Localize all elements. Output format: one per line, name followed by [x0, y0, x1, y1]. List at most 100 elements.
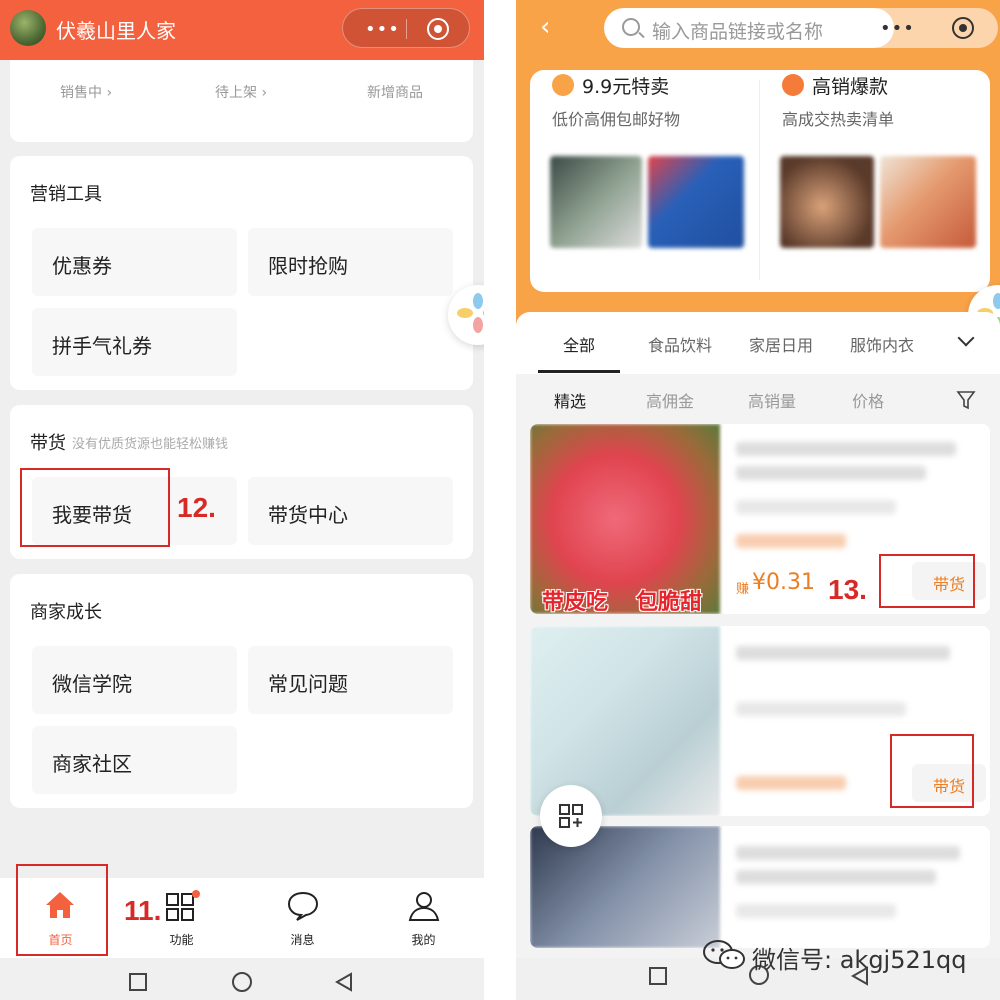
promo-hot[interactable]: 高销爆款 高成交热卖清单 — [760, 70, 990, 292]
flash-sale-button[interactable]: 限时抢购 — [248, 228, 453, 296]
category-tabs: 全部 食品饮料 家居日用 服饰内衣 — [516, 312, 1000, 374]
product-thumbnail — [880, 156, 976, 248]
chat-icon — [287, 891, 319, 921]
product-overlay-text: 带皮吃 — [542, 590, 609, 614]
merchant-growth-card: 商家成长 微信学院 常见问题 商家社区 — [10, 574, 473, 808]
search-icon — [622, 18, 640, 36]
stat-on-sale[interactable]: 销售中 › — [60, 82, 112, 102]
watermark-text: 微信号: akgj521qq — [752, 946, 967, 974]
daihuo-center-button[interactable]: 带货中心 — [248, 477, 453, 545]
earn-prefix: 赚 — [736, 582, 750, 597]
back-nav-icon[interactable] — [334, 972, 354, 992]
blurred-title — [736, 442, 956, 456]
miniprogram-capsule: ••• — [342, 8, 470, 48]
merchant-community-button[interactable]: 商家社区 — [32, 726, 237, 794]
close-miniprogram-icon[interactable] — [427, 18, 449, 40]
earn-amount: ¥0.31 — [752, 570, 815, 595]
blurred-title — [736, 870, 936, 884]
panel-gap — [484, 0, 516, 1000]
recent-apps-icon[interactable] — [648, 966, 668, 986]
floating-menu-button[interactable] — [540, 785, 602, 847]
coupon-button[interactable]: 优惠券 — [32, 228, 237, 296]
section-title: 商家成长 — [30, 602, 102, 623]
filter-high-commission[interactable]: 高佣金 — [646, 388, 694, 412]
filter-featured[interactable]: 精选 — [554, 388, 586, 412]
tab-me[interactable]: 我的 — [363, 878, 484, 958]
blurred-title — [736, 646, 950, 660]
active-tab-underline — [538, 370, 620, 373]
tool-label: 带货中心 — [268, 503, 348, 527]
back-icon[interactable]: ‹ — [540, 12, 550, 42]
highlight-box — [16, 864, 108, 956]
petal — [993, 293, 1000, 309]
left-screen: 伏羲山里人家 ••• 销售中 › 待上架 › 新增商品 营销工具 优惠券 限时抢… — [0, 0, 484, 1000]
blurred-price — [736, 776, 846, 790]
more-icon[interactable]: ••• — [880, 18, 915, 39]
tab-label: 消息 — [290, 933, 315, 947]
stat-pending[interactable]: 待上架 › — [215, 82, 267, 102]
stat-add-product[interactable]: 新增商品 — [367, 82, 423, 102]
promo-subtitle: 高成交热卖清单 — [782, 110, 895, 129]
chevron-down-icon[interactable] — [957, 329, 975, 347]
top-bar: 伏羲山里人家 ••• — [0, 0, 484, 60]
promo-subtitle: 低价高佣包邮好物 — [552, 110, 681, 129]
product-thumbnail — [648, 156, 744, 248]
sort-filters: 精选 高佣金 高销量 价格 — [516, 374, 1000, 424]
section-title: 营销工具 — [30, 184, 102, 205]
miniprogram-capsule: ••• — [860, 8, 998, 48]
section-subtitle: 没有优质货源也能轻松赚钱 — [72, 437, 229, 452]
promo-cheap[interactable]: 9.9元特卖 低价高佣包邮好物 — [530, 70, 759, 292]
filter-icon[interactable] — [956, 390, 976, 410]
category-tab[interactable]: 全部 — [563, 332, 595, 356]
user-icon — [408, 892, 440, 921]
search-input[interactable]: 输入商品链接或名称 — [604, 8, 894, 48]
tool-label: 限时抢购 — [268, 254, 348, 278]
filter-high-sales[interactable]: 高销量 — [748, 388, 796, 412]
grid-icon — [166, 890, 200, 921]
filter-price[interactable]: 价格 — [852, 388, 884, 412]
tab-messages[interactable]: 消息 — [242, 878, 363, 958]
blurred-info — [736, 500, 896, 514]
capsule-divider — [406, 19, 407, 39]
step-label: 13. — [828, 574, 867, 605]
blurred-price — [736, 534, 846, 548]
promo-title: 高销爆款 — [812, 76, 889, 98]
blurred-title — [736, 846, 960, 860]
highlight-box — [890, 734, 974, 808]
more-icon[interactable]: ••• — [365, 19, 400, 40]
product-thumbnail — [550, 156, 642, 248]
promo-card: 9.9元特卖 低价高佣包邮好物 高销爆款 高成交热卖清单 — [530, 70, 990, 292]
wechat-icon — [703, 940, 745, 969]
shop-avatar[interactable] — [10, 10, 46, 46]
petal — [457, 308, 473, 318]
highlight-box — [20, 468, 170, 547]
promo-title: 9.9元特卖 — [582, 76, 670, 98]
category-tab[interactable]: 食品饮料 — [648, 332, 712, 356]
close-miniprogram-icon[interactable] — [952, 17, 974, 39]
step-label: 11. — [124, 895, 162, 926]
tab-label: 我的 — [411, 933, 436, 947]
flame-icon — [782, 74, 804, 96]
product-stats-card: 销售中 › 待上架 › 新增商品 — [10, 60, 473, 142]
step-label: 12. — [177, 492, 216, 523]
search-placeholder: 输入商品链接或名称 — [652, 21, 824, 43]
blurred-info — [736, 904, 896, 918]
faq-button[interactable]: 常见问题 — [248, 646, 453, 714]
category-tab[interactable]: 服饰内衣 — [850, 332, 914, 356]
tool-label: 微信学院 — [52, 672, 132, 696]
lucky-coupon-button[interactable]: 拼手气礼券 — [32, 308, 237, 376]
system-nav-bar — [0, 958, 484, 1000]
right-screen: ‹ 输入商品链接或名称 ••• 9.9元特卖 低价高佣包邮好物 高销爆款 高成交… — [516, 0, 1000, 1000]
product-card[interactable] — [530, 826, 990, 948]
tool-label: 常见问题 — [268, 672, 348, 696]
product-thumbnail — [780, 156, 874, 248]
recent-apps-icon[interactable] — [128, 972, 148, 992]
petal — [473, 317, 483, 333]
grid-plus-icon — [559, 804, 583, 828]
wechat-academy-button[interactable]: 微信学院 — [32, 646, 237, 714]
tab-label: 功能 — [169, 933, 194, 947]
tool-label: 优惠券 — [52, 254, 112, 278]
home-nav-icon[interactable] — [231, 972, 253, 994]
section-title: 带货 — [30, 433, 66, 454]
category-tab[interactable]: 家居日用 — [749, 332, 813, 356]
